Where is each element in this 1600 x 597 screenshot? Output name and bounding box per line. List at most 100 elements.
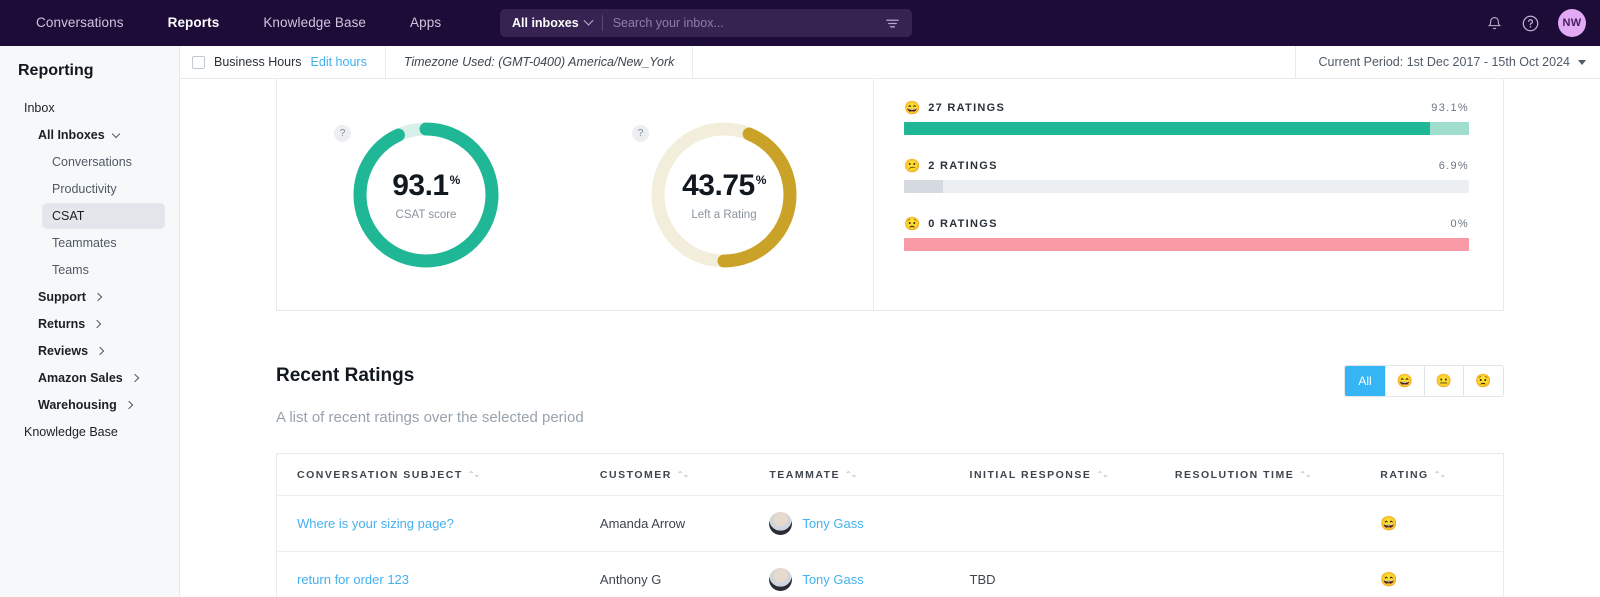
- csat-score-label: CSAT score: [395, 208, 457, 221]
- table-row[interactable]: return for order 123 Anthony G Tony Gass TB…: [276, 551, 1504, 597]
- sort-icon[interactable]: ⌃⌄: [468, 471, 480, 479]
- rating-bar-fill: [904, 122, 1430, 135]
- recent-ratings-subtitle: A list of recent ratings over the select…: [276, 409, 584, 426]
- sidebar-item-teammates[interactable]: Teammates: [42, 230, 165, 256]
- top-nav-links: Conversations Reports Knowledge Base Apps: [0, 0, 463, 46]
- left-a-rating-donut: ? 43.75% Left a Rating: [624, 117, 824, 273]
- top-nav-link-apps[interactable]: Apps: [388, 0, 463, 46]
- sidebar-item-csat[interactable]: CSAT: [42, 203, 165, 229]
- avatar[interactable]: NW: [1558, 9, 1586, 37]
- cell-initial-response: TBD: [969, 551, 1175, 597]
- sidebar-item-label: Inbox: [24, 101, 55, 115]
- search-input[interactable]: [602, 16, 885, 30]
- column-header-customer[interactable]: CUSTOMER ⌃⌄: [599, 453, 770, 496]
- conversation-subject-link[interactable]: return for order 123: [297, 572, 409, 587]
- column-header-label: RESOLUTION TIME: [1174, 469, 1295, 481]
- bell-icon[interactable]: [1486, 15, 1503, 32]
- rating-emoji-icon: 😄: [904, 100, 921, 115]
- column-header-label: INITIAL RESPONSE: [969, 469, 1092, 481]
- rating-bar-track: [904, 122, 1469, 135]
- rating-filter-button-1[interactable]: 😄: [1386, 366, 1425, 396]
- rating-filter-button-3[interactable]: 😟: [1464, 366, 1503, 396]
- rating-bar-label-group: 😄 27 RATINGS: [904, 101, 1005, 114]
- conversation-subject-link[interactable]: Where is your sizing page?: [297, 516, 454, 531]
- rating-emoji-icon: 😄: [1380, 515, 1398, 531]
- column-header-rating[interactable]: RATING ⌃⌄: [1380, 453, 1504, 496]
- left-a-rating-value: 43.75%: [682, 168, 767, 202]
- cell-initial-response: [969, 495, 1175, 552]
- search-filter-icon[interactable]: [885, 16, 912, 31]
- sidebar-item-label: Warehousing: [38, 398, 117, 412]
- sidebar-item-support[interactable]: Support: [28, 284, 165, 310]
- sidebar-item-label: Reviews: [38, 344, 89, 358]
- teammate-link[interactable]: Tony Gass: [802, 516, 863, 531]
- sort-icon[interactable]: ⌃⌄: [1299, 471, 1311, 479]
- sidebar-item-all-inboxes[interactable]: All Inboxes: [28, 122, 165, 148]
- teammate-link[interactable]: Tony Gass: [802, 572, 863, 587]
- edit-hours-link[interactable]: Edit hours: [311, 55, 367, 69]
- cell-customer: Amanda Arrow: [599, 495, 770, 552]
- sidebar-item-label: Teammates: [52, 236, 117, 250]
- cell-conversation-subject: Where is your sizing page?: [276, 495, 600, 552]
- business-hours-checkbox[interactable]: [192, 55, 205, 69]
- rating-filter-button-2[interactable]: 😐: [1425, 366, 1464, 396]
- sort-icon[interactable]: ⌃⌄: [1434, 471, 1446, 479]
- rating-bar-percent: 6.9%: [1438, 159, 1469, 172]
- rating-filter-button-all[interactable]: All: [1345, 366, 1386, 396]
- donut-ring: 43.75% Left a Rating: [646, 117, 802, 273]
- rating-bar-percent: 0%: [1450, 217, 1469, 230]
- table-row[interactable]: Where is your sizing page? Amanda Arrow To…: [276, 495, 1504, 552]
- chevron-right-icon: [124, 400, 133, 410]
- sort-icon[interactable]: ⌃⌄: [1096, 471, 1108, 479]
- percent-sign: %: [755, 172, 767, 187]
- rating-filter-group: All 😄 😐 😟: [1344, 365, 1504, 397]
- help-icon[interactable]: [1521, 14, 1540, 33]
- chevron-down-icon: [1578, 59, 1586, 65]
- column-header-label: CONVERSATION SUBJECT: [297, 469, 463, 481]
- sidebar-item-teams[interactable]: Teams: [42, 257, 165, 283]
- chevron-down-icon: [111, 129, 120, 138]
- current-period-selector[interactable]: Current Period: 1st Dec 2017 - 15th Oct …: [1295, 45, 1600, 79]
- sidebar-item-productivity[interactable]: Productivity: [42, 176, 165, 202]
- avatar: [769, 512, 793, 535]
- donut-center-labels: 43.75% Left a Rating: [646, 117, 802, 273]
- column-header-resolution-time[interactable]: RESOLUTION TIME ⌃⌄: [1174, 453, 1381, 496]
- sidebar-item-inbox[interactable]: Inbox: [14, 95, 165, 121]
- page-title: Recent Ratings: [276, 365, 415, 386]
- ratings-breakdown-panel: 😄 27 RATINGS 93.1% 😕 2 RATINGS 6.9% 😟 0 RATINGS…: [874, 79, 1503, 310]
- left-a-rating-label: Left a Rating: [691, 208, 757, 221]
- column-header-teammate[interactable]: TEAMMATE ⌃⌄: [769, 453, 970, 496]
- sidebar-item-conversations[interactable]: Conversations: [42, 149, 165, 175]
- chevron-right-icon: [130, 373, 140, 383]
- rating-bar-count-label: 2 RATINGS: [928, 159, 998, 172]
- top-nav-link-reports[interactable]: Reports: [146, 0, 242, 46]
- sort-icon[interactable]: ⌃⌄: [845, 471, 857, 479]
- table-body: Where is your sizing page? Amanda Arrow To…: [276, 495, 1504, 597]
- timezone-text: Timezone Used: (GMT-0400) America/New_Yo…: [386, 45, 694, 79]
- sort-icon[interactable]: ⌃⌄: [677, 471, 689, 479]
- cell-conversation-subject: return for order 123: [276, 551, 600, 597]
- cell-customer: Anthony G: [599, 551, 770, 597]
- sidebar-item-reviews[interactable]: Reviews: [28, 338, 165, 364]
- top-nav-link-conversations[interactable]: Conversations: [14, 0, 146, 46]
- column-header-conversation-subject[interactable]: CONVERSATION SUBJECT ⌃⌄: [276, 453, 600, 496]
- sidebar-item-knowledge-base[interactable]: Knowledge Base: [14, 419, 165, 445]
- report-scroll-area[interactable]: ? 93.1% CSAT score ? 43.75% Left a Ratin…: [180, 79, 1600, 597]
- inbox-scope-selector[interactable]: All inboxes: [500, 9, 602, 37]
- sidebar-item-label: Returns: [38, 317, 86, 331]
- top-nav-link-knowledge-base[interactable]: Knowledge Base: [241, 0, 388, 46]
- cell-resolution-time: [1174, 495, 1381, 552]
- recent-ratings-header: Recent Ratings A list of recent ratings …: [276, 311, 1504, 426]
- csat-score-value: 93.1%: [392, 168, 461, 202]
- rating-bar-header: 😄 27 RATINGS 93.1%: [904, 101, 1469, 114]
- rating-bar-label-group: 😟 0 RATINGS: [904, 217, 998, 230]
- csat-stats-card: ? 93.1% CSAT score ? 43.75% Left a Ratin…: [276, 79, 1504, 311]
- sidebar-item-returns[interactable]: Returns: [28, 311, 165, 337]
- percent-sign: %: [449, 172, 461, 187]
- sidebar-item-warehousing[interactable]: Warehousing: [28, 392, 165, 418]
- column-header-initial-response[interactable]: INITIAL RESPONSE ⌃⌄: [969, 453, 1175, 496]
- chevron-right-icon: [92, 319, 102, 329]
- sidebar-item-label: All Inboxes: [38, 128, 105, 142]
- rating-bar-count-label: 0 RATINGS: [928, 217, 998, 230]
- sidebar-item-amazon-sales[interactable]: Amazon Sales: [28, 365, 165, 391]
